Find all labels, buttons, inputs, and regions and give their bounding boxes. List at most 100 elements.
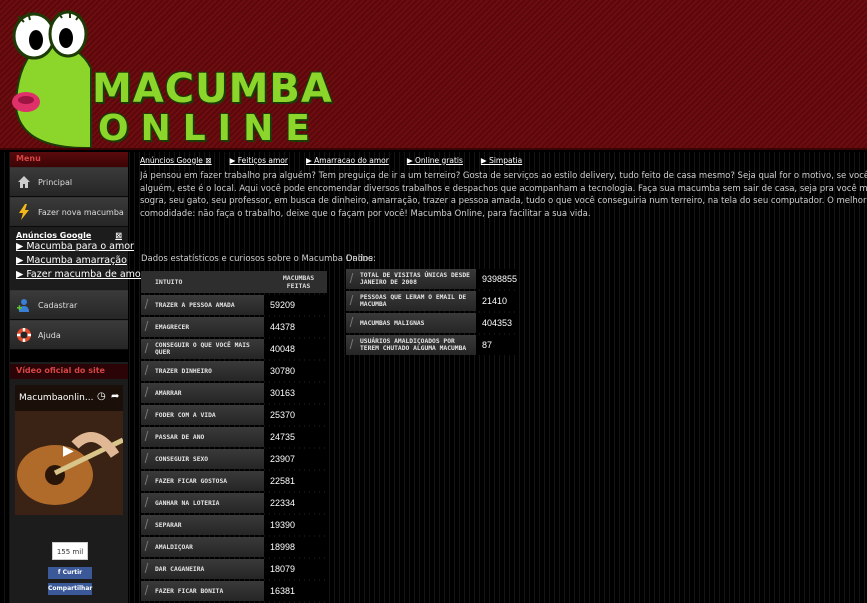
video-heading: Vídeo oficial do site	[10, 364, 128, 379]
row-value: 19390	[264, 515, 327, 535]
video-player[interactable]: Macumbaonlin... ◷ ➦ ▶	[15, 385, 123, 515]
row-value: 18998	[264, 537, 327, 557]
row-value: 24735	[264, 427, 327, 447]
table-row: EMAGRECER 44378	[141, 317, 327, 337]
watch-later-icon[interactable]: ◷	[97, 391, 106, 402]
site-logo[interactable]: MACUMBA ONLINE	[6, 8, 332, 149]
add-user-icon	[17, 299, 29, 312]
table-row: USUÁRIOS AMALDIÇOADOS POR TEREM CHUTADO …	[346, 335, 517, 355]
nav-link-simpatia[interactable]: ▶ Simpatia	[481, 156, 522, 165]
ads-label[interactable]: Anúncios Google ⊠	[140, 156, 212, 165]
row-value: 44378	[264, 317, 327, 337]
nav-link-feiticos-amor[interactable]: ▶ Feitiços amor	[230, 156, 288, 165]
table-row: TOTAL DE VISITAS ÚNICAS DESDE JANEIRO DE…	[346, 269, 517, 289]
sidebar-item-label: Ajuda	[38, 330, 61, 340]
sidebar-item-ajuda[interactable]: Ajuda	[10, 320, 128, 350]
row-label: FAZER FICAR BONITA	[141, 581, 264, 601]
table-row: AMALDIÇOAR 18998	[141, 537, 327, 557]
dados-table: TOTAL DE VISITAS ÚNICAS DESDE JANEIRO DE…	[346, 267, 517, 357]
social-box: 155 mil f Curtir Compartilhar	[10, 530, 128, 603]
table-row: TRAZER DINHEIRO 30780	[141, 361, 327, 381]
row-label: TRAZER DINHEIRO	[141, 361, 264, 381]
play-icon[interactable]: ▶	[63, 443, 74, 459]
stats-caption: Dados estatísticos e curiosos sobre o Ma…	[141, 254, 376, 264]
table-row: FODER COM A VIDA 25370	[141, 405, 327, 425]
lifebuoy-icon	[17, 328, 31, 342]
sidebar-item-label: Cadastrar	[38, 300, 78, 310]
row-label: PASSAR DE ANO	[141, 427, 264, 447]
stats-header-row: INTUITO MACUMBAS FEITAS	[141, 271, 327, 293]
intro-line: alguém, este é o local. Aqui você pode e…	[140, 183, 867, 194]
ads-info-icon[interactable]: ⊠	[115, 231, 122, 240]
sidebar-item-cadastrar[interactable]: Cadastrar	[10, 290, 128, 320]
sidebar-item-principal[interactable]: Principal	[10, 167, 128, 197]
sidebar-ads: Anúncios Google ⊠ ▶ Macumba para o amor …	[10, 227, 145, 286]
row-label: TRAZER A PESSOA AMADA	[141, 295, 264, 315]
ad-link-macumba-amarracao[interactable]: ▶ Macumba amarração	[16, 254, 127, 268]
ad-link-fazer-macumba-amor[interactable]: ▶ Fazer macumba de amor	[16, 268, 145, 282]
col-count-header: MACUMBAS FEITAS	[264, 271, 327, 293]
row-label: CONSEGUIR O QUE VOCÊ MAIS QUER	[141, 339, 264, 359]
facebook-share-button[interactable]: Compartilhar	[48, 583, 92, 595]
share-icon[interactable]: ➦	[111, 391, 119, 402]
lightning-icon	[19, 204, 29, 220]
row-label: AMARRAR	[141, 383, 264, 403]
row-label: MACUMBAS MALIGNAS	[346, 313, 476, 333]
logo-text-online: ONLINE	[98, 108, 322, 149]
sidebar-item-label: Fazer nova macumba	[38, 207, 124, 217]
facebook-like-button[interactable]: f Curtir	[48, 567, 92, 579]
row-label: EMAGRECER	[141, 317, 264, 337]
row-value: 30163	[264, 383, 327, 403]
table-row: CONSEGUIR SEXO 23907	[141, 449, 327, 469]
ad-link-macumba-amor[interactable]: ▶ Macumba para o amor	[16, 240, 134, 254]
site-header: MACUMBA ONLINE	[0, 0, 867, 150]
row-label: TOTAL DE VISITAS ÚNICAS DESDE JANEIRO DE…	[346, 269, 476, 289]
stats-table: INTUITO MACUMBAS FEITAS TRAZER A PESSOA …	[141, 269, 327, 603]
table-row: CONSEGUIR O QUE VOCÊ MAIS QUER 40048	[141, 339, 327, 359]
row-label: USUÁRIOS AMALDIÇOADOS POR TEREM CHUTADO …	[346, 335, 476, 355]
table-row: PESSOAS QUE LERAM O EMAIL DE MACUMBA 2141…	[346, 291, 517, 311]
table-row: DAR CAGANEIRA 18079	[141, 559, 327, 579]
row-label: GANHAR NA LOTERIA	[141, 493, 264, 513]
row-value: 23907	[264, 449, 327, 469]
ads-title[interactable]: Anúncios Google	[16, 231, 91, 240]
table-row: TRAZER A PESSOA AMADA 59209	[141, 295, 327, 315]
row-label: AMALDIÇOAR	[141, 537, 264, 557]
row-value: 30780	[264, 361, 327, 381]
dados-caption: Dados	[346, 254, 373, 264]
nav-link-amarracao[interactable]: ▶ Amarracao do amor	[306, 156, 389, 165]
table-row: AMARRAR 30163	[141, 383, 327, 403]
ad-nav-bar: Anúncios Google ⊠ ▶ Feitiços amor ▶ Amar…	[140, 152, 867, 168]
table-row: GANHAR NA LOTERIA 22334	[141, 493, 327, 513]
row-label: DAR CAGANEIRA	[141, 559, 264, 579]
row-label: SEPARAR	[141, 515, 264, 535]
intro-line: Já pensou em fazer trabalho pra alguém? …	[140, 171, 867, 181]
table-row: SEPARAR 19390	[141, 515, 327, 535]
row-label: CONSEGUIR SEXO	[141, 449, 264, 469]
like-count: 155 mil	[52, 542, 88, 560]
table-row: FAZER FICAR GOSTOSA 22581	[141, 471, 327, 491]
row-label: PESSOAS QUE LERAM O EMAIL DE MACUMBA	[346, 291, 476, 311]
nav-link-online-gratis[interactable]: ▶ Online gratis	[407, 156, 463, 165]
row-value: 59209	[264, 295, 327, 315]
table-row: FAZER FICAR BONITA 16381	[141, 581, 327, 601]
sidebar-item-fazer-nova-macumba[interactable]: Fazer nova macumba	[10, 197, 128, 227]
video-caption[interactable]: Macumbaonlin...	[19, 393, 93, 403]
col-intent-header: INTUITO	[141, 271, 264, 293]
table-row: MACUMBAS MALIGNAS 404353	[346, 313, 517, 333]
row-label: FODER COM A VIDA	[141, 405, 264, 425]
row-value: 22581	[264, 471, 327, 491]
main-content: Anúncios Google ⊠ ▶ Feitiços amor ▶ Amar…	[140, 152, 867, 220]
row-value: 87	[475, 335, 517, 355]
intro-paragraph: Já pensou em fazer trabalho pra alguém? …	[140, 170, 867, 220]
menu-heading: Menu	[10, 152, 128, 167]
home-icon	[18, 176, 30, 188]
row-value: 16381	[264, 581, 327, 601]
row-value: 21410	[475, 291, 517, 311]
row-label: FAZER FICAR GOSTOSA	[141, 471, 264, 491]
row-value: 404353	[475, 313, 517, 333]
sidebar-item-label: Principal	[38, 177, 73, 187]
frog-mascot-icon	[12, 10, 92, 148]
row-value: 9398855	[475, 269, 517, 289]
row-value: 40048	[264, 339, 327, 359]
